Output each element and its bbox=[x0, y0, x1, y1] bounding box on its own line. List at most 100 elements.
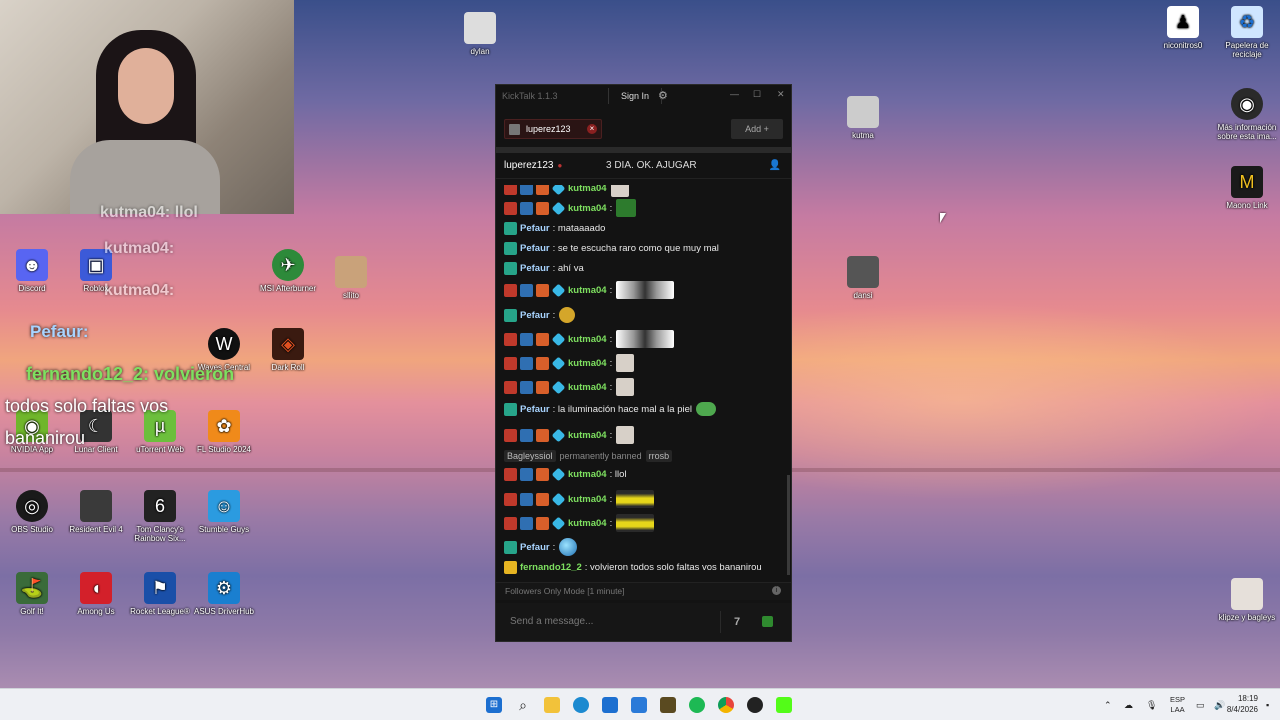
desktop-icon-stumble[interactable]: ☺ Stumble Guys bbox=[189, 490, 259, 534]
desktop-icon-kutma[interactable]: kutma bbox=[828, 96, 898, 140]
maono-icon: M bbox=[1231, 166, 1263, 198]
desktop-icon-more-info[interactable]: ◉ Más información sobre esta ima... bbox=[1212, 88, 1280, 141]
info-icon[interactable]: i bbox=[772, 586, 781, 595]
desktop-icon-golf-it[interactable]: ⛳ Golf It! bbox=[0, 572, 67, 616]
chat-message: Pefaur: mataaaado bbox=[504, 222, 605, 235]
cat-photo-icon bbox=[464, 12, 496, 44]
tray-app-icon[interactable]: ☁ bbox=[1124, 689, 1133, 720]
emote bbox=[616, 330, 675, 348]
chat-text: : bbox=[609, 493, 613, 505]
desktop-icon-asus[interactable]: ⚙ ASUS DriverHub bbox=[189, 572, 259, 616]
desktop-icon-re4[interactable]: Resident Evil 4 bbox=[61, 490, 131, 534]
emote bbox=[616, 281, 675, 299]
desktop-icon-niconitros0[interactable]: ♟ niconitros0 bbox=[1148, 6, 1218, 50]
volume-icon[interactable]: 🔊 bbox=[1214, 689, 1225, 720]
search-icon[interactable]: ⌕ bbox=[515, 697, 531, 713]
chat-username[interactable]: Pefaur bbox=[520, 263, 550, 274]
outlook-icon[interactable] bbox=[631, 697, 647, 713]
desktop-icon-obs[interactable]: ◎ OBS Studio bbox=[0, 490, 67, 534]
store-icon[interactable] bbox=[602, 697, 618, 713]
live-dot-icon: ● bbox=[557, 161, 563, 170]
sign-in-button[interactable]: Sign In bbox=[608, 88, 663, 104]
microphone-icon[interactable]: 🎙 bbox=[1146, 689, 1157, 720]
desktop-icon-dansi[interactable]: dansi bbox=[828, 256, 898, 300]
chat-message: Pefaur: la iluminación hace mal a la pie… bbox=[504, 402, 716, 416]
banned-by[interactable]: rrosb bbox=[645, 450, 673, 462]
kicktalk-window: KickTalk 1.1.3 Sign In ⚙ — ☐ ✕ luperez12… bbox=[495, 84, 792, 642]
desktop-icon-sllito[interactable]: sllito bbox=[316, 256, 386, 300]
chat-username[interactable]: kutma04 bbox=[568, 203, 607, 214]
spotify-icon[interactable] bbox=[689, 697, 705, 713]
chat-username[interactable]: Pefaur bbox=[520, 404, 550, 415]
overlay-ghost-line: Pefaur: bbox=[30, 322, 89, 341]
maximize-button[interactable]: ☐ bbox=[753, 89, 761, 100]
obs-taskbar-icon[interactable] bbox=[747, 697, 763, 713]
desktop-icon-rocket-league[interactable]: ⚑ Rocket League® bbox=[125, 572, 195, 616]
chrome-icon[interactable] bbox=[718, 697, 734, 713]
chat-text: : mataaaado bbox=[552, 223, 606, 234]
kick-emote-icon[interactable] bbox=[762, 616, 773, 627]
chat-username[interactable]: kutma04 bbox=[568, 518, 607, 529]
clock[interactable]: 18:19 8/4/2026 bbox=[1227, 693, 1258, 715]
user-icon[interactable]: 👤 bbox=[769, 160, 781, 171]
chat-username[interactable]: kutma04 bbox=[568, 382, 607, 393]
add-channel-button[interactable]: Add + bbox=[731, 119, 783, 139]
chat-username[interactable]: kutma04 bbox=[568, 185, 607, 194]
desktop-icon-dark-roll[interactable]: ◈ Dark Roll bbox=[253, 328, 323, 372]
kicktalk-titlebar: KickTalk 1.1.3 Sign In ⚙ — ☐ ✕ bbox=[496, 85, 791, 107]
tray-chevron-icon[interactable]: ⌃ bbox=[1104, 689, 1112, 720]
desktop-icon-fl-studio[interactable]: ✿ FL Studio 2024 bbox=[189, 410, 259, 454]
gear-icon[interactable]: ⚙ bbox=[658, 88, 668, 104]
close-button[interactable]: ✕ bbox=[777, 89, 785, 100]
desktop-icon-dylan[interactable]: dylan bbox=[445, 12, 515, 56]
desktop-icon-klipze[interactable]: klipze y bagleys bbox=[1212, 578, 1280, 622]
desktop-icon-r6[interactable]: 6 Tom Clancy's Rainbow Six... bbox=[125, 490, 195, 543]
chat-username[interactable]: kutma04 bbox=[568, 285, 607, 296]
tab-luperez123[interactable]: luperez123 × bbox=[504, 119, 602, 139]
chat-username[interactable]: fernando12_2 bbox=[520, 562, 582, 573]
chat-messages[interactable]: kutma04 kutma04: Pefaur: mataaaado Pefau… bbox=[496, 185, 791, 579]
chat-scrollbar[interactable] bbox=[787, 475, 790, 575]
channel-tabs: luperez123 × Add + bbox=[496, 107, 791, 153]
file-explorer-icon[interactable] bbox=[544, 697, 560, 713]
overlay-chat-line: todos solo faltas vos bbox=[5, 396, 169, 416]
7tv-emote-button[interactable]: 7 bbox=[734, 603, 740, 641]
desktop-icon-discord[interactable]: ☻ Discord bbox=[0, 249, 67, 293]
chat-username[interactable]: kutma04 bbox=[568, 469, 607, 480]
golf-icon: ⛳ bbox=[16, 572, 48, 604]
channel-name[interactable]: luperez123 bbox=[504, 160, 553, 171]
overlay-chat-line: bananirou bbox=[5, 428, 86, 448]
chat-username[interactable]: Pefaur bbox=[520, 223, 550, 234]
desktop-icon-among-us[interactable]: ◖ Among Us bbox=[61, 572, 131, 616]
desktop-icon-msi-afterburner[interactable]: ✈ MSI Afterburner bbox=[253, 249, 323, 293]
language-indicator[interactable]: ESP LAA bbox=[1170, 689, 1185, 720]
emote bbox=[616, 490, 655, 508]
emote bbox=[616, 378, 635, 396]
lang-layout: LAA bbox=[1170, 705, 1185, 714]
edge-icon[interactable] bbox=[573, 697, 589, 713]
r6-icon: 6 bbox=[144, 490, 176, 522]
kick-taskbar-icon[interactable] bbox=[776, 697, 792, 713]
minecraft-icon[interactable] bbox=[660, 697, 676, 713]
network-icon[interactable]: ▭ bbox=[1196, 689, 1205, 720]
chat-username[interactable]: kutma04 bbox=[568, 358, 607, 369]
chat-username[interactable]: kutma04 bbox=[568, 334, 607, 345]
notification-icon[interactable]: ▪ bbox=[1266, 689, 1269, 720]
message-input[interactable]: Send a message... 7 bbox=[496, 603, 791, 641]
close-tab-icon[interactable]: × bbox=[587, 124, 597, 134]
desktop-icon-maono-link[interactable]: M Maono Link bbox=[1212, 166, 1280, 210]
chat-username[interactable]: Pefaur bbox=[520, 542, 550, 553]
chat-username[interactable]: Pefaur bbox=[520, 310, 550, 321]
minimize-button[interactable]: — bbox=[730, 89, 739, 99]
windows-start-icon[interactable]: ⊞ bbox=[486, 697, 502, 713]
chat-text: : llol bbox=[609, 469, 627, 480]
chat-username[interactable]: kutma04 bbox=[568, 494, 607, 505]
banned-user[interactable]: Bagleyssiol bbox=[504, 450, 556, 462]
chat-username[interactable]: Pefaur bbox=[520, 243, 550, 254]
emote bbox=[616, 426, 635, 444]
clock-date: 8/4/2026 bbox=[1226, 705, 1258, 714]
chat-message: fernando12_2: volvieron todos solo falta… bbox=[504, 561, 762, 574]
asus-icon: ⚙ bbox=[208, 572, 240, 604]
desktop-icon-recycle-bin[interactable]: ♻ Papelera de reciclaje bbox=[1212, 6, 1280, 59]
chat-username[interactable]: kutma04 bbox=[568, 430, 607, 441]
